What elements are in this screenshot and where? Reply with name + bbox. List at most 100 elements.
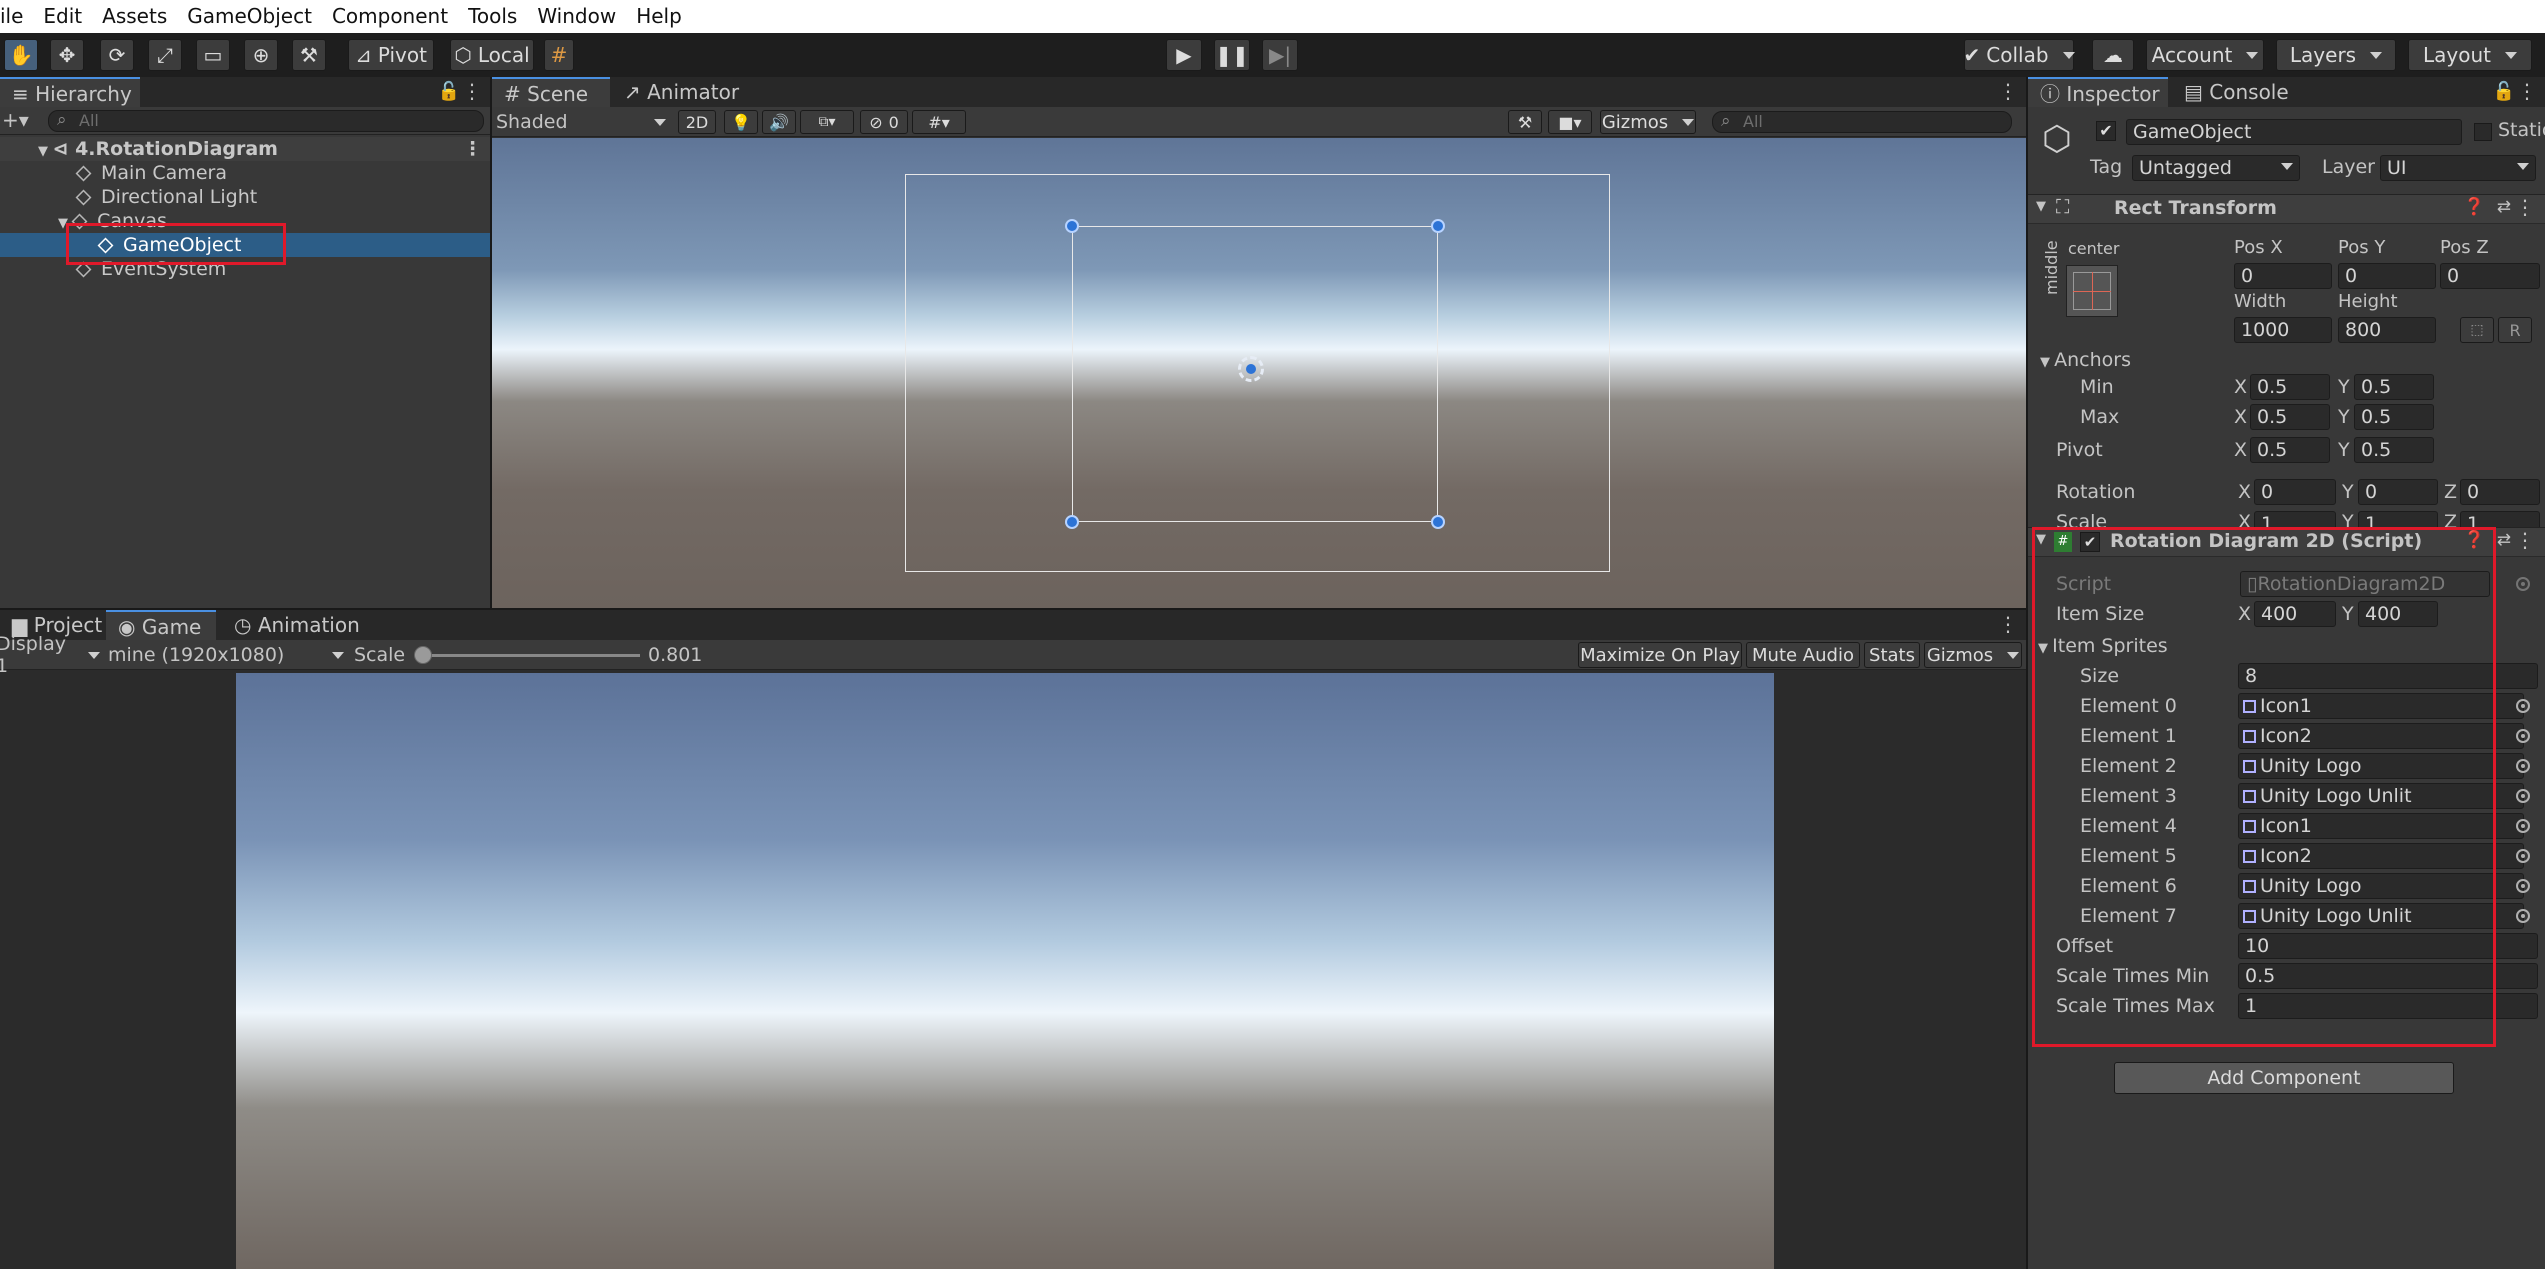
anchor-min-y-input[interactable]: 0.5 — [2354, 374, 2434, 400]
pos-z-input[interactable]: 0 — [2440, 263, 2540, 289]
add-component-button[interactable]: Add Component — [2114, 1062, 2454, 1094]
tab-animation[interactable]: ◷ Animation — [222, 610, 372, 640]
local-toggle[interactable]: ⬡ Local — [450, 39, 534, 71]
menu-assets[interactable]: Assets — [92, 0, 177, 33]
object-picker-icon[interactable] — [2516, 789, 2530, 803]
width-input[interactable]: 1000 — [2234, 317, 2332, 343]
effects-dropdown[interactable]: ⧉▾ — [800, 110, 854, 134]
kebab-menu-icon[interactable]: ⋮ — [1998, 79, 2018, 103]
grid-dropdown[interactable]: #▾ — [912, 110, 966, 134]
rotation-x-input[interactable]: 0 — [2254, 479, 2336, 505]
scale-y-input[interactable]: 1 — [2358, 511, 2438, 527]
rect-transform-header[interactable]: ▼ ⛶ Rect Transform ❓ ⇄ ⋮ — [2028, 194, 2545, 224]
anchor-min-x-input[interactable]: 0.5 — [2250, 374, 2330, 400]
kebab-menu-icon[interactable]: ⋮ — [1998, 612, 2018, 636]
rotate-tool-button[interactable]: ⟳ — [100, 39, 134, 71]
scene-menu-icon[interactable]: ⋮ — [463, 137, 482, 161]
resolution-dropdown[interactable]: mine (1920x1080) — [108, 640, 344, 670]
tab-console[interactable]: ▤ Console — [2172, 77, 2292, 107]
scene-viewport[interactable] — [492, 138, 2026, 608]
preset-icon[interactable]: ⇄ — [2497, 530, 2511, 550]
divider[interactable] — [2026, 77, 2028, 1269]
help-icon[interactable]: ❓ — [2464, 197, 2485, 217]
divider[interactable] — [0, 608, 2026, 610]
blueprint-mode-button[interactable]: ⬚ — [2460, 317, 2494, 343]
menu-help[interactable]: Help — [626, 0, 692, 33]
cloud-button[interactable]: ☁ — [2092, 39, 2134, 71]
pivot-y-input[interactable]: 0.5 — [2354, 437, 2434, 463]
custom-tool-button[interactable]: ⚒ — [292, 39, 326, 71]
game-gizmos-dropdown[interactable]: Gizmos — [1924, 642, 2022, 668]
object-picker-icon[interactable] — [2516, 909, 2530, 923]
object-name-input[interactable]: GameObject — [2126, 119, 2462, 145]
rotation-y-input[interactable]: 0 — [2358, 479, 2438, 505]
layer-dropdown[interactable]: UI — [2380, 155, 2536, 181]
kebab-menu-icon[interactable]: ⋮ — [2515, 528, 2535, 552]
tools-toggle[interactable]: ⚒ — [1508, 110, 1542, 134]
object-picker-icon[interactable] — [2516, 699, 2530, 713]
create-plus-icon[interactable]: +▾ — [2, 108, 29, 132]
stats-toggle[interactable]: Stats — [1864, 642, 1920, 668]
step-button[interactable]: ▶| — [1262, 39, 1298, 71]
2d-toggle[interactable]: 2D — [678, 110, 716, 134]
scene-search-input[interactable]: All — [1712, 111, 2012, 133]
anchor-presets-button[interactable] — [2066, 265, 2118, 317]
menu-window[interactable]: Window — [527, 0, 626, 33]
anchor-max-x-input[interactable]: 0.5 — [2250, 404, 2330, 430]
object-picker-icon[interactable] — [2516, 729, 2530, 743]
rect-tool-button[interactable]: ▭ — [196, 39, 230, 71]
menu-edit[interactable]: Edit — [33, 0, 92, 33]
account-dropdown[interactable]: Account — [2146, 39, 2264, 71]
lock-icon[interactable]: 🔓 — [2493, 81, 2515, 102]
layers-dropdown[interactable]: Layers — [2276, 39, 2396, 71]
hidden-objects-toggle[interactable]: ⊘ 0 — [860, 110, 908, 134]
kebab-menu-icon[interactable]: ⋮ — [2515, 195, 2535, 219]
rotation-z-input[interactable]: 0 — [2460, 479, 2540, 505]
height-input[interactable]: 800 — [2338, 317, 2436, 343]
tab-hierarchy[interactable]: ≡ Hierarchy — [0, 77, 140, 107]
pause-button[interactable]: ❚❚ — [1214, 39, 1250, 71]
divider[interactable] — [490, 77, 492, 608]
menu-file[interactable]: ile — [0, 0, 33, 33]
tab-game[interactable]: ◉ Game — [106, 610, 216, 640]
scale-tool-button[interactable]: ⤢ — [148, 39, 182, 71]
scale-slider-handle[interactable] — [414, 646, 432, 664]
menu-component[interactable]: Component — [322, 0, 458, 33]
rect-handle-bl[interactable] — [1065, 515, 1079, 529]
pivot-gizmo[interactable] — [1238, 356, 1264, 382]
list-item[interactable]: Directional Light — [0, 185, 490, 209]
scale-z-input[interactable]: 1 — [2460, 511, 2540, 527]
rect-handle-tl[interactable] — [1065, 219, 1079, 233]
hierarchy-search-input[interactable]: All — [48, 110, 484, 132]
tag-dropdown[interactable]: Untagged — [2132, 155, 2300, 181]
tab-inspector[interactable]: ⓘ Inspector — [2028, 77, 2168, 107]
pos-x-input[interactable]: 0 — [2234, 263, 2332, 289]
object-picker-icon[interactable] — [2516, 819, 2530, 833]
game-viewport[interactable] — [236, 673, 1774, 1269]
snap-button[interactable]: # — [544, 39, 574, 71]
scale-x-input[interactable]: 1 — [2254, 511, 2336, 527]
play-button[interactable]: ▶ — [1166, 39, 1202, 71]
menu-gameobject[interactable]: GameObject — [177, 0, 322, 33]
active-checkbox[interactable]: ✔ — [2096, 121, 2116, 141]
scale-slider-track[interactable] — [420, 654, 640, 657]
maximize-on-play-toggle[interactable]: Maximize On Play — [1578, 642, 1742, 668]
object-picker-icon[interactable] — [2516, 879, 2530, 893]
camera-dropdown[interactable]: ■▾ — [1548, 110, 1592, 134]
display-dropdown[interactable]: Display 1 — [0, 633, 100, 677]
static-checkbox[interactable] — [2474, 123, 2492, 141]
preset-icon[interactable]: ⇄ — [2497, 197, 2511, 217]
kebab-menu-icon[interactable]: ⋮ — [2517, 79, 2537, 103]
collab-dropdown[interactable]: ✔ Collab — [1963, 39, 2074, 71]
rect-handle-tr[interactable] — [1431, 219, 1445, 233]
raw-edit-button[interactable]: R — [2498, 317, 2532, 343]
kebab-menu-icon[interactable]: ⋮ — [462, 79, 482, 103]
pivot-x-input[interactable]: 0.5 — [2250, 437, 2330, 463]
lighting-toggle[interactable]: 💡 — [724, 110, 758, 134]
tab-scene[interactable]: # Scene — [492, 77, 610, 107]
anchors-foldout[interactable]: ▼ Anchors — [2040, 347, 2131, 376]
scene-row[interactable]: ▼ ⊲ 4.RotationDiagram ⋮ — [0, 137, 490, 161]
tab-animator[interactable]: ↗ Animator — [612, 77, 742, 107]
lock-icon[interactable]: 🔓 — [438, 81, 460, 102]
pos-y-input[interactable]: 0 — [2338, 263, 2436, 289]
